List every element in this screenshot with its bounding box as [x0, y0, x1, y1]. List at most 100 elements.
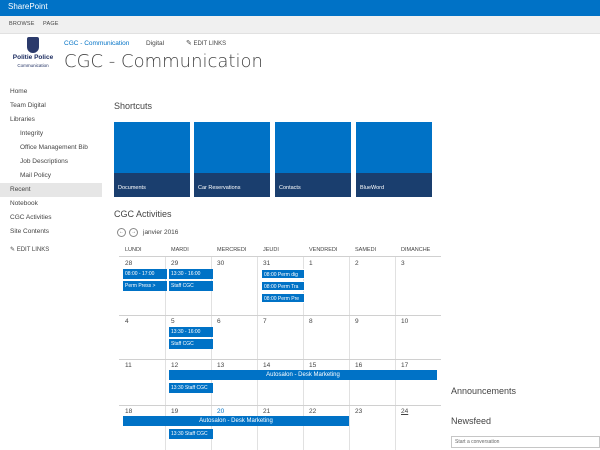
grid-divider — [119, 315, 441, 316]
calendar-day[interactable]: 3 — [401, 260, 405, 267]
calendar-event[interactable]: 08:00 - 17:00 — [123, 269, 167, 279]
grid-divider — [119, 359, 441, 360]
sidebar-item-job-descriptions[interactable]: Job Descriptions — [0, 155, 102, 169]
prev-month-icon[interactable]: ← — [117, 228, 126, 237]
shortcut-tile-blueword[interactable]: BlueWord — [356, 122, 432, 197]
calendar-day[interactable]: 1 — [309, 260, 313, 267]
calendar-day[interactable]: 24 — [401, 408, 408, 415]
calendar-day[interactable]: 4 — [125, 318, 129, 325]
tile-caption: Car Reservations — [194, 173, 270, 197]
calendar-day[interactable]: 16 — [355, 362, 362, 369]
calendar-day[interactable]: 14 — [263, 362, 270, 369]
tab-browse[interactable]: BROWSE — [9, 21, 35, 27]
logo-line-2: Communication — [17, 63, 49, 68]
calendar-day[interactable]: 8 — [309, 318, 313, 325]
calendar-event[interactable]: 13:30 Staff CGC — [169, 383, 213, 393]
calendar-day[interactable]: 6 — [217, 318, 221, 325]
calendar-event[interactable]: 13:30 - 16:00 — [169, 327, 213, 337]
grid-divider — [119, 405, 441, 406]
sidebar-item-site-contents[interactable]: Site Contents — [0, 225, 102, 239]
sidebar-item-recent[interactable]: Recent — [0, 183, 102, 197]
site-logo[interactable]: Politie Police Communication — [5, 37, 61, 73]
sidebar-item-team-digital[interactable]: Team Digital — [0, 99, 102, 113]
conversation-input[interactable]: Start a conversation — [451, 436, 600, 448]
tile-label: Documents — [118, 185, 146, 191]
topnav-digital[interactable]: Digital — [146, 40, 164, 47]
tile-label: Car Reservations — [198, 185, 241, 191]
calendar-title: CGC Activities — [114, 209, 172, 219]
day-header-mercredi: MERCREDI — [217, 247, 247, 253]
topnav-edit-links[interactable]: ✎ EDIT LINKS — [186, 39, 226, 47]
sidebar-item-mail-policy[interactable]: Mail Policy — [0, 169, 102, 183]
announcements-title: Announcements — [451, 386, 517, 396]
tile-caption: Documents — [114, 173, 190, 197]
calendar-day[interactable]: 11 — [125, 362, 132, 369]
calendar-day[interactable]: 5 — [171, 318, 175, 325]
tile-label: BlueWord — [360, 185, 385, 191]
grid-divider — [395, 257, 396, 450]
topnav-cgc-communication[interactable]: CGC - Communication — [64, 40, 129, 47]
day-header-dimanche: DIMANCHE — [401, 247, 431, 253]
left-navigation: Home Team Digital Libraries Integrity Office… — [0, 85, 102, 257]
calendar-event[interactable]: 13:30 Staff CGC — [169, 429, 213, 439]
calendar-event[interactable]: 08:00 Perm dig — [261, 269, 305, 279]
calendar-day[interactable]: 13 — [217, 362, 224, 369]
sidebar-item-office-management-bib[interactable]: Office Management Bib — [0, 141, 102, 155]
calendar-span-event[interactable]: Autosalon - Desk Marketing — [123, 416, 349, 426]
shortcut-tile-contacts[interactable]: Contacts — [275, 122, 351, 197]
sidebar-edit-links[interactable]: ✎ EDIT LINKS — [0, 243, 102, 257]
calendar-day[interactable]: 19 — [171, 408, 178, 415]
calendar-event[interactable]: Perm Press > — [123, 281, 167, 291]
calendar-day[interactable]: 10 — [401, 318, 408, 325]
page-title: CGC - Communication — [64, 51, 263, 72]
calendar-day[interactable]: 7 — [263, 318, 267, 325]
calendar-event[interactable]: Staff CGC — [169, 339, 213, 349]
calendar-day[interactable]: 22 — [309, 408, 316, 415]
tile-caption: BlueWord — [356, 173, 432, 197]
ribbon: BROWSE PAGE — [0, 16, 600, 34]
sidebar-edit-label: EDIT LINKS — [16, 247, 50, 253]
logo-line-1: Politie Police — [12, 54, 54, 61]
calendar-month: janvier 2016 — [143, 229, 179, 236]
calendar-day[interactable]: 18 — [125, 408, 132, 415]
next-month-icon[interactable]: → — [129, 228, 138, 237]
sidebar-item-integrity[interactable]: Integrity — [0, 127, 102, 141]
calendar-day[interactable]: 28 — [125, 260, 132, 267]
calendar-day[interactable]: 23 — [355, 408, 362, 415]
sidebar-item-notebook[interactable]: Notebook — [0, 197, 102, 211]
calendar-day[interactable]: 20 — [217, 408, 224, 415]
calendar-day[interactable]: 9 — [355, 318, 359, 325]
calendar-day[interactable]: 30 — [217, 260, 224, 267]
suite-title[interactable]: SharePoint — [8, 2, 48, 11]
calendar-day[interactable]: 2 — [355, 260, 359, 267]
topnav-edit-label: EDIT LINKS — [193, 41, 227, 47]
sidebar-item-home[interactable]: Home — [0, 85, 102, 99]
tab-page[interactable]: PAGE — [43, 21, 59, 27]
sidebar-item-cgc-activities[interactable]: CGC Activities — [0, 211, 102, 225]
calendar-grid: 28 29 30 31 1 2 3 4 5 6 7 8 9 10 11 12 13 14 15 16 17 18 19 20 2… — [119, 256, 441, 450]
pencil-icon: ✎ — [10, 247, 16, 253]
calendar-event[interactable]: 13:30 - 16:00 — [169, 269, 213, 279]
shortcut-tile-car-reservations[interactable]: Car Reservations — [194, 122, 270, 197]
day-header-samedi: SAMEDI — [355, 247, 377, 253]
day-header-jeudi: JEUDI — [263, 247, 279, 253]
calendar-day[interactable]: 17 — [401, 362, 408, 369]
calendar-day[interactable]: 29 — [171, 260, 178, 267]
calendar-day[interactable]: 15 — [309, 362, 316, 369]
calendar-day[interactable]: 31 — [263, 260, 270, 267]
police-badge-icon — [27, 37, 39, 53]
calendar-day[interactable]: 21 — [263, 408, 270, 415]
shortcut-tile-documents[interactable]: Documents — [114, 122, 190, 197]
calendar-event[interactable]: Staff CGC — [169, 281, 213, 291]
calendar-event[interactable]: 08:00 Perm Pre — [261, 293, 305, 303]
calendar-span-event[interactable]: Autosalon - Desk Marketing — [169, 370, 437, 380]
suite-bar: SharePoint — [0, 0, 600, 16]
day-header-mardi: MARDI — [171, 247, 189, 253]
calendar-day[interactable]: 12 — [171, 362, 178, 369]
tile-caption: Contacts — [275, 173, 351, 197]
newsfeed-title: Newsfeed — [451, 416, 492, 426]
calendar-event[interactable]: 08:00 Perm Tra — [261, 281, 305, 291]
grid-divider — [349, 257, 350, 450]
day-header-lundi: LUNDI — [125, 247, 142, 253]
sidebar-item-libraries[interactable]: Libraries — [0, 113, 102, 127]
